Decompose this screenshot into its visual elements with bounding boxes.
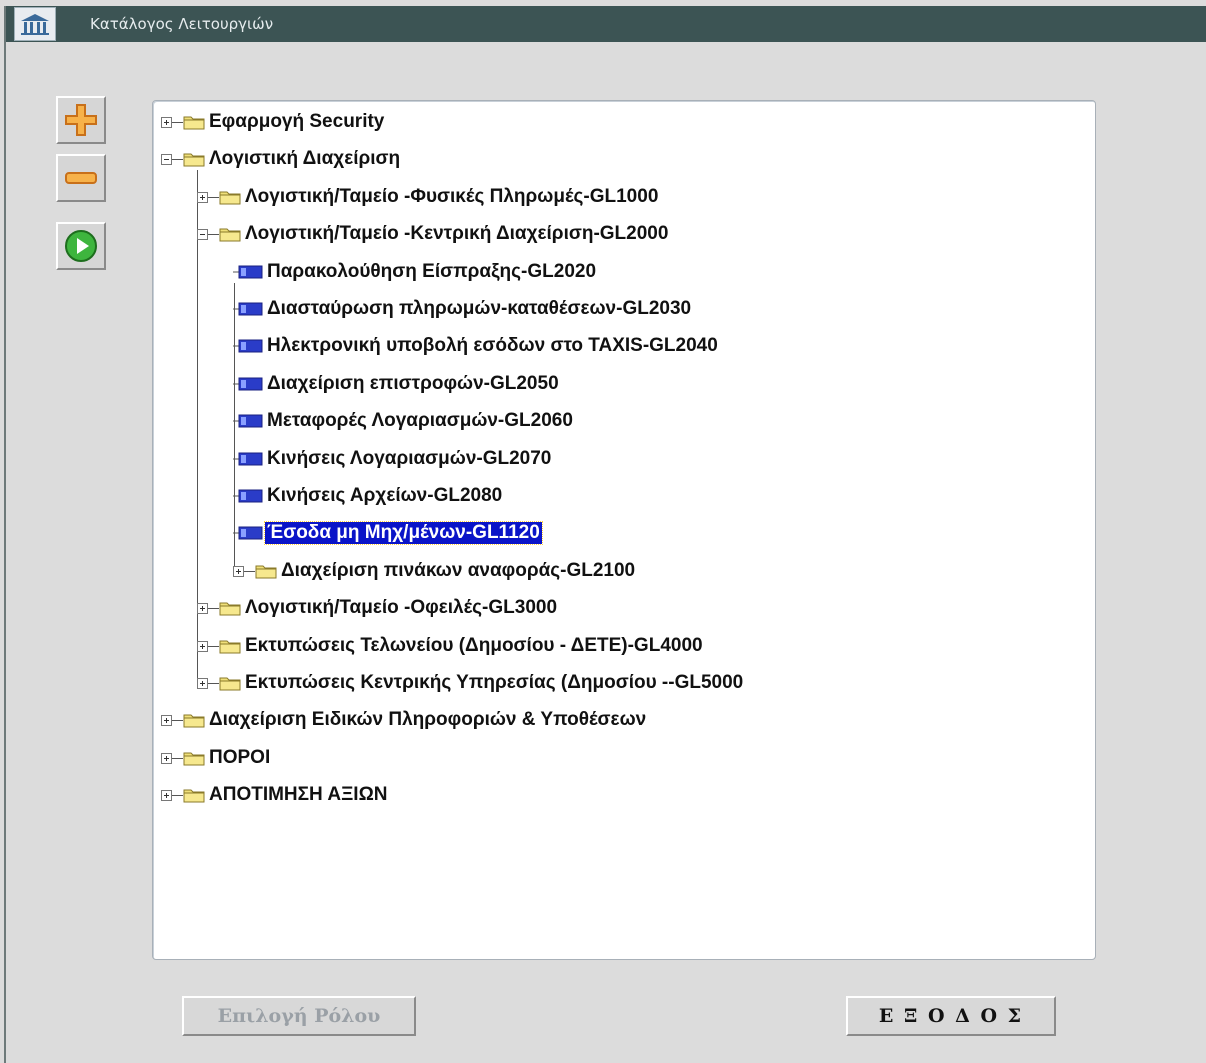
expand-node-icon[interactable] [197,678,208,689]
tree-node-label: Εκτυπώσεις Τελωνείου (Δημοσίου - ΔΕΤΕ)-G… [245,634,703,656]
folder-icon [219,189,241,205]
folder-icon [219,638,241,654]
tree-node-label: Μεταφορές Λογαριασμών-GL2060 [267,410,573,432]
open-folder-icon [219,226,241,242]
play-icon [65,230,97,262]
tree-node-label: Διαχείριση Ειδικών Πληροφοριών & Υποθέσε… [209,709,647,731]
tree-leaf-node[interactable]: Ηλεκτρονική υποβολή εσόδων στο TAXIS-GL2… [233,335,720,357]
tree-node-label: ΑΠΟΤΙΜΗΣΗ ΑΞΙΩΝ [209,784,388,806]
folder-icon [183,712,205,728]
tree-node-label: Λογιστική/Ταμείο -Οφειλές-GL3000 [245,597,558,619]
tree-branch-line [208,645,219,647]
collapse-button[interactable] [56,154,106,202]
tree-node-label: Κινήσεις Αρχείων-GL2080 [267,485,503,506]
tree-leaf-node[interactable]: Κινήσεις Αρχείων-GL2080 [233,485,504,507]
tree-folder-node[interactable]: Λογιστική/Ταμείο -Φυσικές Πληρωμές-GL100… [219,186,660,208]
tree-node-label: Διαχείριση πινάκων αναφοράς-GL2100 [281,559,636,581]
tree-leaf-node[interactable]: Διασταύρωση πληρωμών-καταθέσεων-GL2030 [233,298,693,320]
collapse-node-icon[interactable] [197,229,208,241]
exit-button[interactable]: Ε Ξ Ο Δ Ο Σ [846,996,1056,1036]
expand-node-icon[interactable] [233,565,244,577]
folder-icon [183,787,205,803]
tree-folder-node[interactable]: ΠΟΡΟΙ [183,747,272,769]
minus-icon [65,172,97,184]
tree-folder-node[interactable]: Εκτυπώσεις Κεντρικής Υπηρεσίας (Δημοσίου… [219,672,745,694]
folder-icon [183,750,205,766]
run-button[interactable] [56,222,106,270]
tree-node-label: Παρακολούθηση Είσπραξης-GL2020 [267,260,597,282]
tree-branch-line [244,570,255,572]
tree-node-label: Διαχείριση επιστροφών-GL2050 [267,372,559,394]
title-bar: Κατάλογος Λειτουργιών [6,6,1206,42]
tree-folder-node[interactable]: Εκτυπώσεις Τελωνείου (Δημοσίου - ΔΕΤΕ)-G… [219,635,705,657]
tree-branch-line [208,196,219,198]
tree-folder-node[interactable]: ΑΠΟΤΙΜΗΣΗ ΑΞΙΩΝ [183,784,390,806]
function-icon [233,488,263,504]
function-icon [233,301,263,317]
tree-node-label: Λογιστική/Ταμείο -Φυσικές Πληρωμές-GL100… [245,185,659,207]
tree-node-label: Λογιστική/Ταμείο -Κεντρική Διαχείριση-GL… [245,223,669,245]
tree-branch-line [172,122,183,123]
plus-icon [65,104,97,136]
tree-branch-line [208,234,219,236]
expand-node-icon[interactable] [161,715,172,727]
tree-leaf-node[interactable]: Παρακολούθηση Είσπραξης-GL2020 [233,261,598,283]
function-icon [233,376,263,392]
collapse-node-icon[interactable] [161,154,172,166]
tree-node-label: Εκτυπώσεις Κεντρικής Υπηρεσίας (Δημοσίου… [245,672,744,693]
tree-node-label: Εφαρμογή Security [209,111,385,132]
expand-button[interactable] [56,96,106,144]
tree-leaf-node[interactable]: Διαχείριση επιστροφών-GL2050 [233,373,561,395]
tree-branch-line [172,795,183,797]
window: Κατάλογος Λειτουργιών Εφαρμογή Security Λ… [4,6,1206,1063]
tree-branch-line [172,159,183,161]
expand-node-icon[interactable] [197,191,208,203]
tree-node-label: Έσοδα μη Μηχ/μένων-GL1120 [264,521,543,546]
tree-folder-node[interactable]: Λογιστική/Ταμείο -Οφειλές-GL3000 [219,597,559,619]
tree-folder-node[interactable]: Λογιστική Διαχείριση [183,148,402,170]
ministry-building-icon [14,7,56,41]
expand-node-icon[interactable] [197,603,208,615]
expand-node-icon[interactable] [197,640,208,652]
tree-branch-line [172,720,183,722]
tree-folder-node[interactable]: Λογιστική/Ταμείο -Κεντρική Διαχείριση-GL… [219,223,670,245]
tree-node-label: Κινήσεις Λογαριασμών-GL2070 [267,447,552,469]
tree-branch-line [208,608,219,610]
window-title: Κατάλογος Λειτουργιών [90,15,274,33]
tree-branch-line [172,757,183,759]
folder-icon [219,600,241,616]
function-tree[interactable]: Εφαρμογή Security Λογιστική Διαχείριση Λογ… [152,100,1096,960]
tree-node-label: Ηλεκτρονική υποβολή εσόδων στο TAXIS-GL2… [267,335,718,357]
tree-node-label: Λογιστική Διαχείριση [209,148,401,170]
folder-icon [183,114,205,130]
function-icon [233,451,263,467]
tree-branch-line [208,683,219,684]
expand-node-icon[interactable] [161,752,172,764]
tree-node-label: Διασταύρωση πληρωμών-καταθέσεων-GL2030 [267,298,692,319]
function-icon [233,338,263,354]
tree-folder-node[interactable]: Διαχείριση πινάκων αναφοράς-GL2100 [255,560,637,582]
function-icon [233,525,263,541]
folder-icon [255,563,277,579]
select-role-button[interactable]: Επιλογή Ρόλου [182,996,416,1036]
tree-leaf-node[interactable]: Κινήσεις Λογαριασμών-GL2070 [233,448,553,470]
expand-node-icon[interactable] [161,117,172,128]
tree-node-label: ΠΟΡΟΙ [209,746,271,768]
tree-folder-node[interactable]: Διαχείριση Ειδικών Πληροφοριών & Υποθέσε… [183,709,648,731]
tree-leaf-node[interactable]: Μεταφορές Λογαριασμών-GL2060 [233,410,575,432]
folder-icon [219,675,241,691]
open-folder-icon [183,151,205,167]
function-icon [233,413,263,429]
expand-node-icon[interactable] [161,790,172,802]
function-icon [233,264,263,280]
tree-folder-node[interactable]: Εφαρμογή Security [183,111,386,133]
tree-leaf-node[interactable]: Έσοδα μη Μηχ/μένων-GL1120 [233,521,543,546]
